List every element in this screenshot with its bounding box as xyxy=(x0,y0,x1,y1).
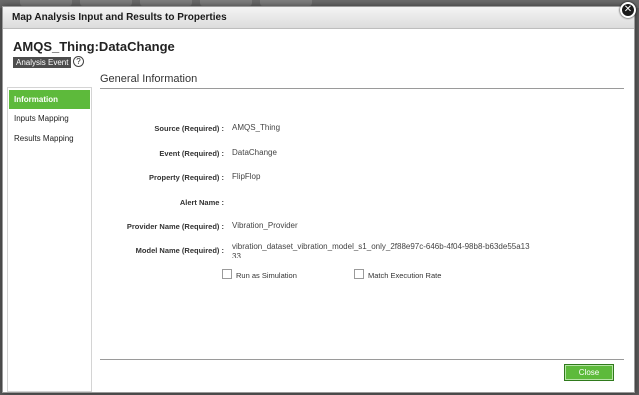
close-button[interactable]: Close xyxy=(564,364,614,381)
sidebar: Information Inputs Mapping Results Mappi… xyxy=(7,87,92,392)
provider-name-value: Vibration_Provider xyxy=(232,221,298,230)
section-title: General Information xyxy=(100,73,198,85)
provider-name-label: Provider Name (Required) : xyxy=(126,222,224,231)
run-simulation-checkbox[interactable] xyxy=(222,269,232,279)
dialog-titlebar: Map Analysis Input and Results to Proper… xyxy=(3,7,634,29)
run-simulation-label: Run as Simulation xyxy=(236,271,297,280)
page-title: AMQS_Thing:DataChange xyxy=(13,39,175,54)
sidebar-item-inputs-mapping[interactable]: Inputs Mapping xyxy=(9,109,90,128)
map-analysis-dialog: Map Analysis Input and Results to Proper… xyxy=(2,6,635,393)
event-value: DataChange xyxy=(232,148,277,157)
property-value: FlipFlop xyxy=(232,172,261,181)
footer-divider xyxy=(100,359,624,360)
sidebar-item-information[interactable]: Information xyxy=(9,90,90,109)
source-value: AMQS_Thing xyxy=(232,123,281,132)
match-execution-rate-label: Match Execution Rate xyxy=(368,271,442,280)
event-label: Event (Required) : xyxy=(159,149,224,158)
model-name-value: vibration_dataset_vibration_model_s1_onl… xyxy=(232,242,530,258)
sidebar-item-results-mapping[interactable]: Results Mapping xyxy=(9,129,90,148)
alert-name-label: Alert Name : xyxy=(179,198,224,207)
analysis-event-badge: Analysis Event xyxy=(13,57,72,68)
section-divider xyxy=(100,88,624,89)
source-label: Source (Required) : xyxy=(154,124,224,133)
match-execution-rate-checkbox[interactable] xyxy=(354,269,364,279)
close-icon[interactable]: ✕ xyxy=(620,2,636,18)
model-name-label: Model Name (Required) : xyxy=(135,246,224,255)
property-label: Property (Required) : xyxy=(148,173,224,182)
help-icon[interactable]: ? xyxy=(73,56,84,67)
dialog-title: Map Analysis Input and Results to Proper… xyxy=(12,12,227,23)
